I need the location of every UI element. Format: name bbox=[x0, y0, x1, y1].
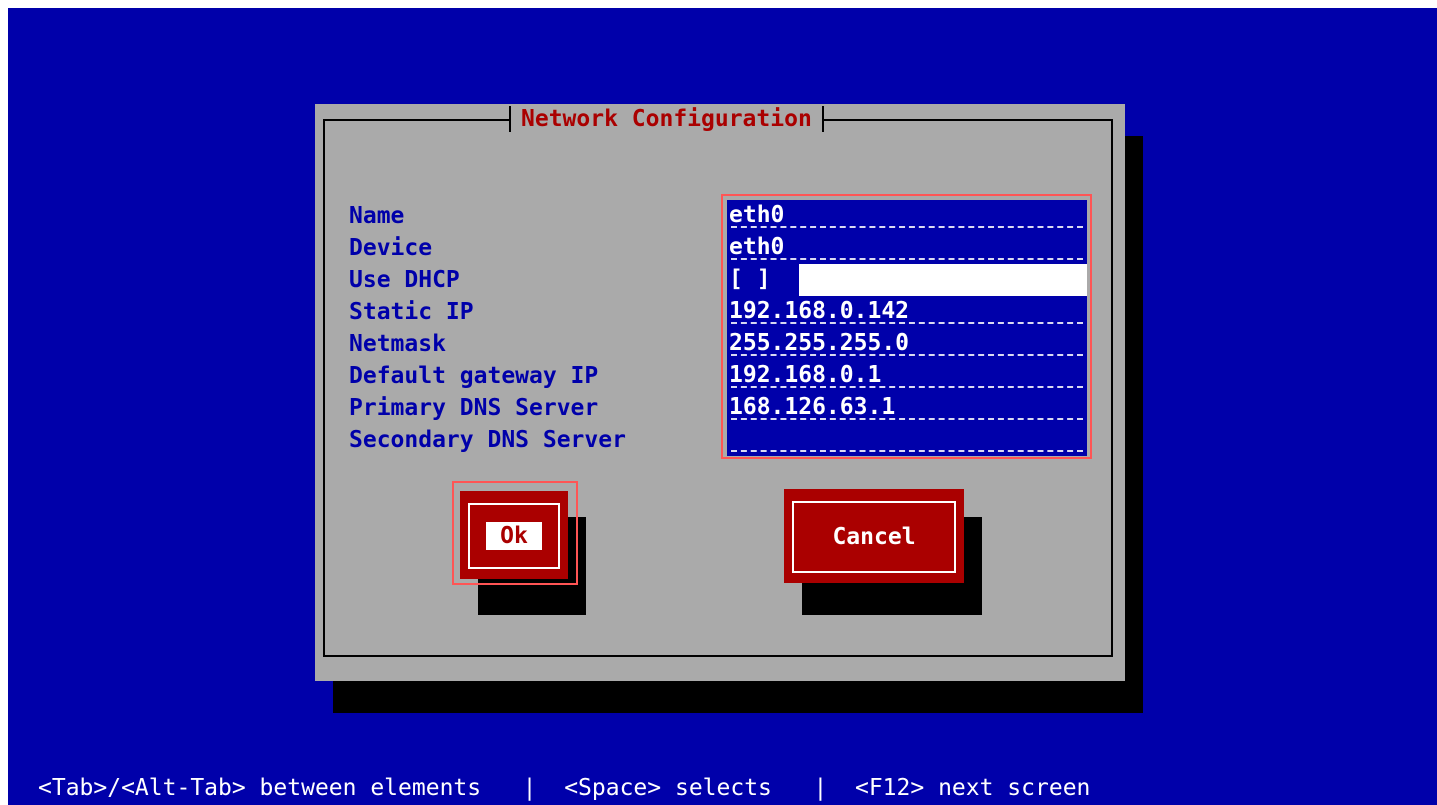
use-dhcp-checkbox[interactable]: [ ] bbox=[727, 264, 1087, 296]
secondary-dns-field[interactable] bbox=[727, 424, 1087, 456]
primary-dns-value[interactable]: 168.126.63.1 bbox=[727, 392, 1087, 424]
static-ip-value[interactable]: 192.168.0.142 bbox=[727, 296, 1087, 328]
dialog-title: Network Configuration bbox=[509, 106, 824, 132]
cancel-button-label[interactable]: Cancel bbox=[818, 523, 929, 551]
ok-button-focus-outline bbox=[452, 481, 578, 585]
device-value[interactable]: eth0 bbox=[727, 232, 1087, 264]
dhcp-row-fill bbox=[799, 264, 1087, 296]
default-gateway-value[interactable]: 192.168.0.1 bbox=[727, 360, 1087, 392]
device-label: Device bbox=[349, 235, 433, 261]
cancel-button[interactable]: Cancel bbox=[784, 489, 964, 583]
name-field[interactable]: eth0 bbox=[727, 200, 1087, 232]
name-label: Name bbox=[349, 203, 405, 229]
secondary-dns-value[interactable] bbox=[727, 424, 1087, 456]
cancel-button-border: Cancel bbox=[792, 501, 956, 573]
name-value[interactable]: eth0 bbox=[727, 200, 1087, 232]
secondary-dns-label: Secondary DNS Server bbox=[349, 427, 626, 453]
netmask-value[interactable]: 255.255.255.0 bbox=[727, 328, 1087, 360]
field-labels: Name Device Use DHCP Static IP Netmask D… bbox=[349, 200, 626, 456]
field-inputs: eth0 eth0 [ ] 192.168.0.142 255.255.255.… bbox=[727, 200, 1087, 456]
static-ip-field[interactable]: 192.168.0.142 bbox=[727, 296, 1087, 328]
network-configuration-dialog: Network Configuration Name Device Use DH… bbox=[315, 104, 1125, 681]
device-field[interactable]: eth0 bbox=[727, 232, 1087, 264]
netmask-field[interactable]: 255.255.255.0 bbox=[727, 328, 1087, 360]
help-bar: <Tab>/<Alt-Tab> between elements | <Spac… bbox=[38, 775, 1091, 801]
primary-dns-field[interactable]: 168.126.63.1 bbox=[727, 392, 1087, 424]
use-dhcp-label: Use DHCP bbox=[349, 267, 460, 293]
default-gateway-label: Default gateway IP bbox=[349, 363, 599, 389]
primary-dns-label: Primary DNS Server bbox=[349, 395, 599, 421]
netmask-label: Netmask bbox=[349, 331, 446, 357]
default-gateway-field[interactable]: 192.168.0.1 bbox=[727, 360, 1087, 392]
terminal-screen: Network Configuration Name Device Use DH… bbox=[8, 8, 1437, 805]
use-dhcp-value[interactable]: [ ] bbox=[727, 264, 799, 296]
static-ip-label: Static IP bbox=[349, 299, 474, 325]
